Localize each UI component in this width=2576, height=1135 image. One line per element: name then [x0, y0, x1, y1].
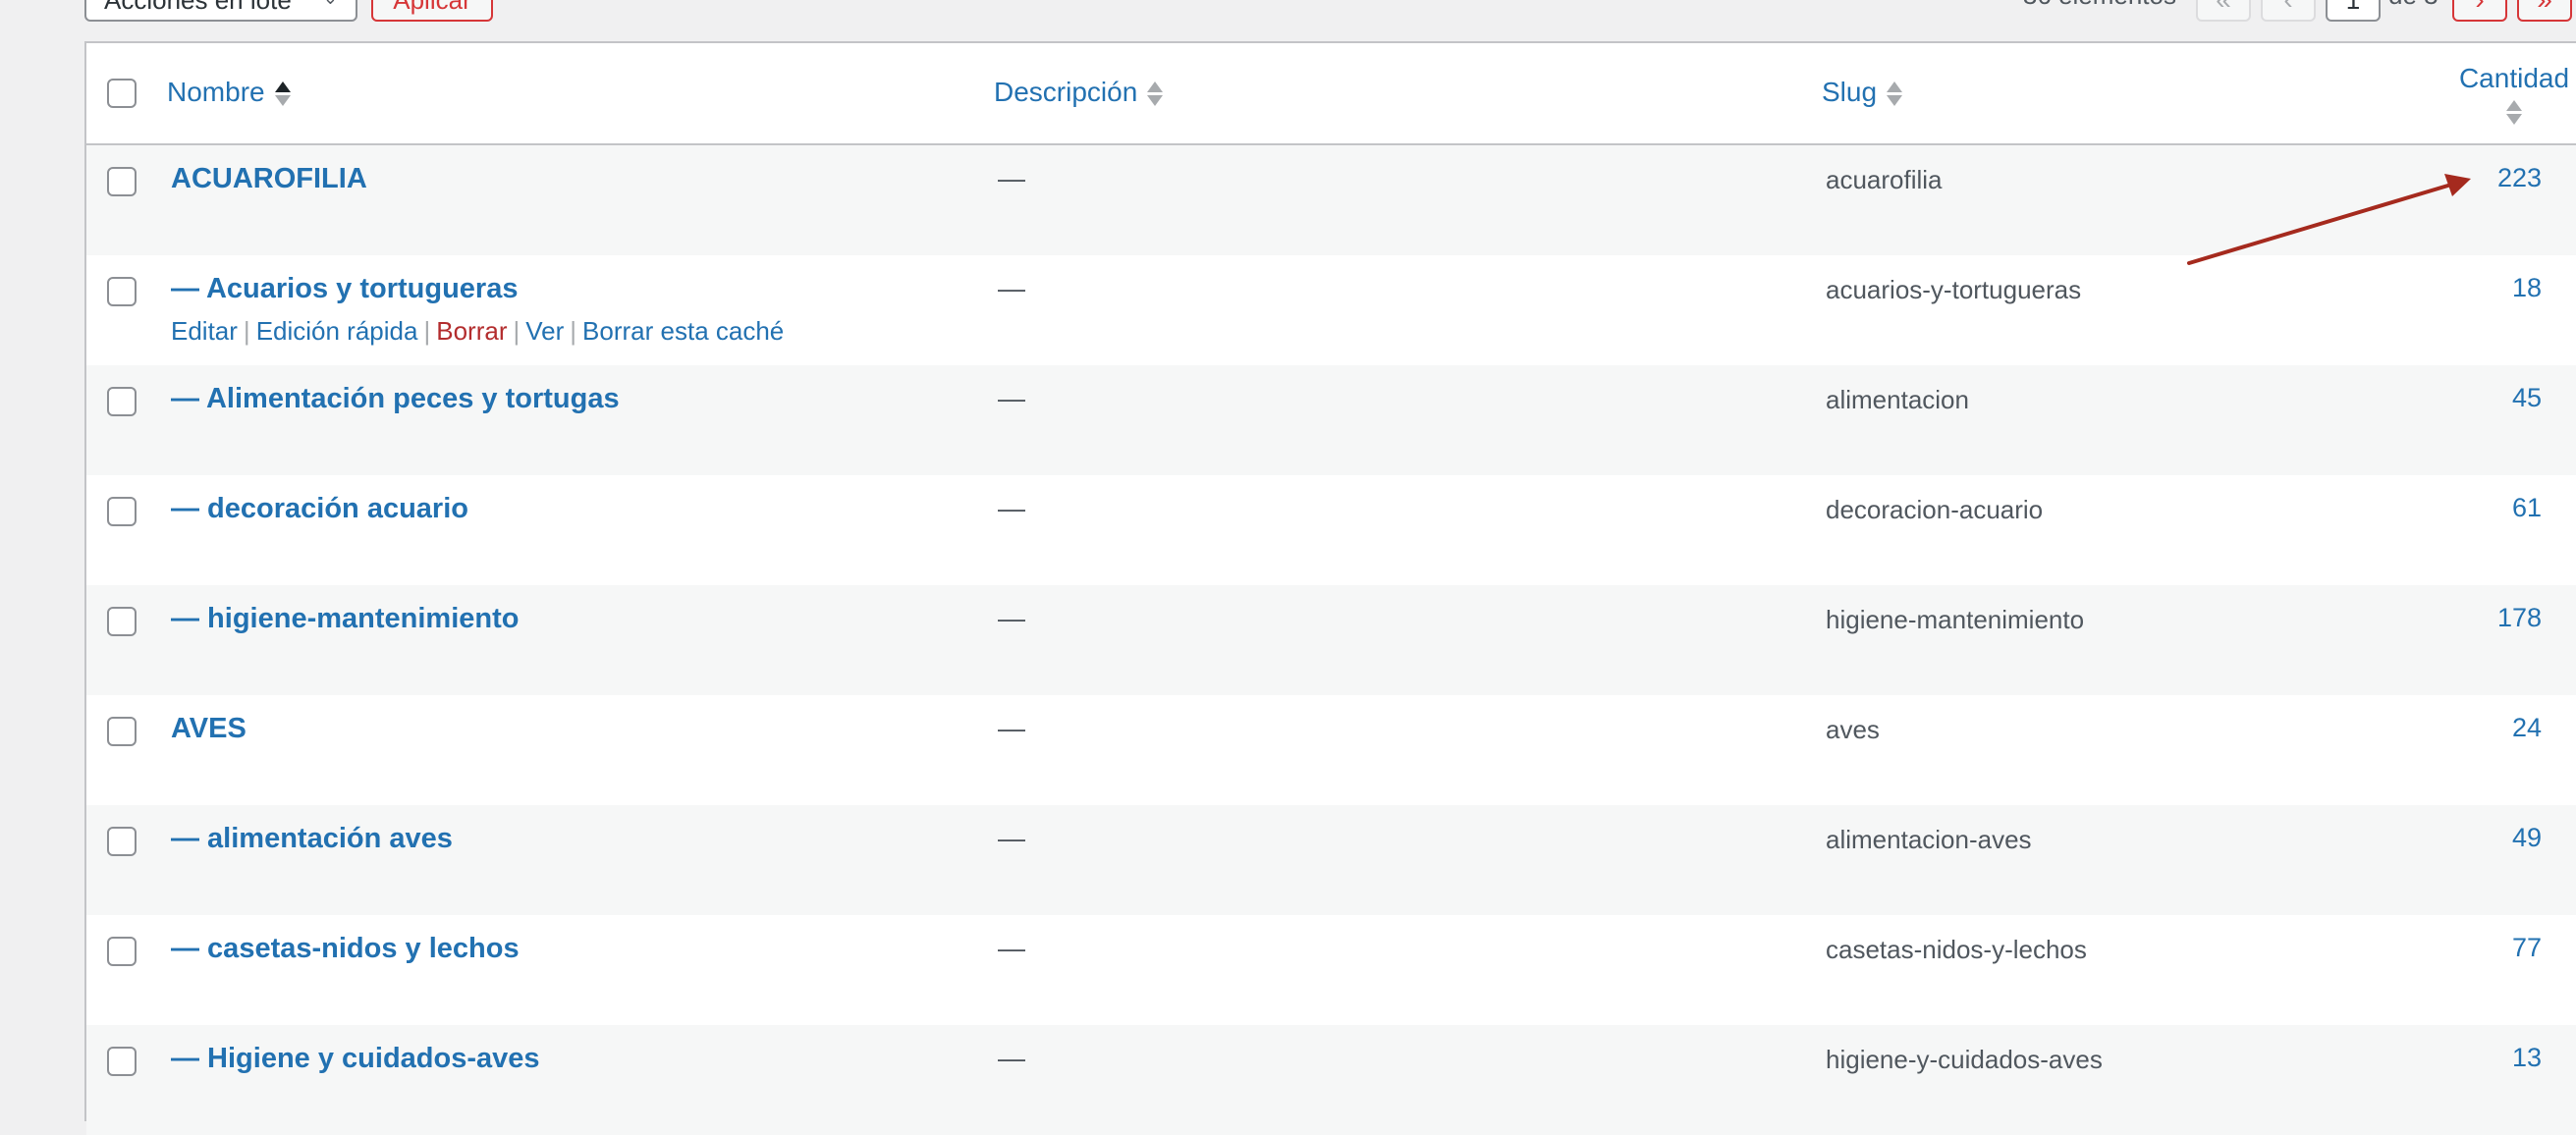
last-page-button[interactable]: »	[2517, 0, 2572, 22]
row-checkbox[interactable]	[107, 1047, 137, 1076]
term-slug: acuarios-y-tortugueras	[1826, 275, 2082, 304]
top-tablenav: Acciones en lote ⌄ Aplicar 36 elementos …	[0, 0, 2576, 43]
chevron-down-icon: ⌄	[323, 0, 338, 18]
column-count-header[interactable]: Cantidad	[2445, 63, 2576, 128]
term-name-link[interactable]: — alimentación aves	[171, 823, 453, 855]
row-actions: Editar | Edición rápida | Borrar | Ver | Borrar …	[171, 316, 784, 347]
term-count-link[interactable]: 24	[2512, 713, 2542, 743]
term-name-link[interactable]: — higiene-mantenimiento	[171, 603, 519, 635]
apply-button[interactable]: Aplicar	[371, 0, 493, 22]
column-slug-label: Slug	[1822, 77, 1878, 107]
term-description: —	[998, 823, 1025, 853]
term-count-link[interactable]: 61	[2512, 493, 2542, 523]
separator: |	[423, 316, 431, 346]
sort-icon	[2506, 98, 2522, 128]
term-description: —	[998, 933, 1025, 963]
term-description: —	[998, 1043, 1025, 1073]
table-row: — Higiene y cuidados-aves — higiene-y-cu…	[86, 1025, 2576, 1135]
term-count-link[interactable]: 178	[2497, 603, 2542, 633]
prev-page-button: ‹	[2261, 0, 2316, 22]
term-slug: higiene-mantenimiento	[1826, 605, 2085, 634]
bulk-actions-select[interactable]: Acciones en lote ⌄	[84, 0, 357, 22]
term-description: —	[998, 713, 1025, 743]
term-description: —	[998, 493, 1025, 523]
term-count-link[interactable]: 13	[2512, 1043, 2542, 1073]
column-description-label: Descripción	[994, 77, 1138, 107]
term-name-link[interactable]: — Alimentación peces y tortugas	[171, 383, 620, 415]
next-page-button[interactable]: ›	[2452, 0, 2507, 22]
table-row: ACUAROFILIA — acuarofilia 223	[86, 145, 2576, 255]
table-row: — casetas-nidos y lechos — casetas-nidos…	[86, 915, 2576, 1025]
bulk-actions-label: Acciones en lote	[104, 0, 292, 15]
term-count-link[interactable]: 18	[2512, 273, 2542, 303]
first-page-button: «	[2196, 0, 2251, 22]
row-checkbox[interactable]	[107, 497, 137, 526]
separator: |	[243, 316, 250, 346]
table-row: — decoración acuario — decoracion-acuari…	[86, 475, 2576, 585]
select-all-checkbox[interactable]	[107, 79, 137, 108]
term-name-link[interactable]: — decoración acuario	[171, 493, 468, 525]
edit-link[interactable]: Editar	[171, 316, 238, 346]
term-slug: acuarofilia	[1826, 165, 1943, 194]
term-count-link[interactable]: 77	[2512, 933, 2542, 963]
table-row: AVES — aves 24	[86, 695, 2576, 805]
sort-icon	[1887, 80, 1903, 109]
sort-icon	[1147, 80, 1164, 109]
term-name-link[interactable]: — casetas-nidos y lechos	[171, 933, 520, 965]
term-name-link[interactable]: ACUAROFILIA	[171, 163, 367, 195]
clear-cache-link[interactable]: Borrar esta caché	[582, 316, 784, 346]
term-count-link[interactable]: 49	[2512, 823, 2542, 853]
term-description: —	[998, 163, 1025, 193]
row-checkbox[interactable]	[107, 277, 137, 306]
row-checkbox[interactable]	[107, 607, 137, 636]
term-count-link[interactable]: 223	[2497, 163, 2542, 193]
row-checkbox[interactable]	[107, 717, 137, 746]
term-name-link[interactable]: — Acuarios y tortugueras	[171, 273, 518, 305]
column-name-header[interactable]: Nombre	[167, 77, 291, 109]
total-pages-text: de 3	[2388, 0, 2439, 11]
term-description: —	[998, 273, 1025, 303]
table-header: Nombre Descripción Slug Cantidad	[86, 43, 2576, 145]
table-row: — Acuarios y tortugueras Editar | Edición …	[86, 255, 2576, 365]
quick-edit-link[interactable]: Edición rápida	[256, 316, 418, 346]
term-description: —	[998, 383, 1025, 413]
term-count-link[interactable]: 45	[2512, 383, 2542, 413]
term-slug: alimentacion-aves	[1826, 825, 2032, 854]
term-name-link[interactable]: AVES	[171, 713, 247, 745]
term-slug: decoracion-acuario	[1826, 495, 2044, 524]
current-page-input[interactable]: 1	[2326, 0, 2381, 22]
separator: |	[513, 316, 521, 346]
sort-ascending-icon	[274, 80, 291, 109]
column-count-label: Cantidad	[2458, 63, 2570, 93]
term-slug: aves	[1826, 715, 1880, 744]
table-row: — Alimentación peces y tortugas — alimen…	[86, 365, 2576, 475]
separator: |	[570, 316, 577, 346]
term-description: —	[998, 603, 1025, 633]
row-checkbox[interactable]	[107, 827, 137, 856]
row-checkbox[interactable]	[107, 387, 137, 416]
table-row: — higiene-mantenimiento — higiene-manten…	[86, 585, 2576, 695]
categories-table: Nombre Descripción Slug Cantidad ACUAROF…	[84, 41, 2576, 1135]
view-link[interactable]: Ver	[525, 316, 564, 346]
items-count: 36 elementos	[2023, 0, 2176, 11]
column-name-label: Nombre	[167, 77, 265, 107]
term-name-link[interactable]: — Higiene y cuidados-aves	[171, 1043, 540, 1075]
delete-link[interactable]: Borrar	[436, 316, 507, 346]
term-slug: casetas-nidos-y-lechos	[1826, 935, 2087, 964]
row-checkbox[interactable]	[107, 167, 137, 196]
column-description-header[interactable]: Descripción	[994, 77, 1164, 109]
term-slug: alimentacion	[1826, 385, 1969, 414]
table-row: — alimentación aves — alimentacion-aves …	[86, 805, 2576, 915]
column-slug-header[interactable]: Slug	[1822, 77, 1903, 109]
row-checkbox[interactable]	[107, 937, 137, 966]
